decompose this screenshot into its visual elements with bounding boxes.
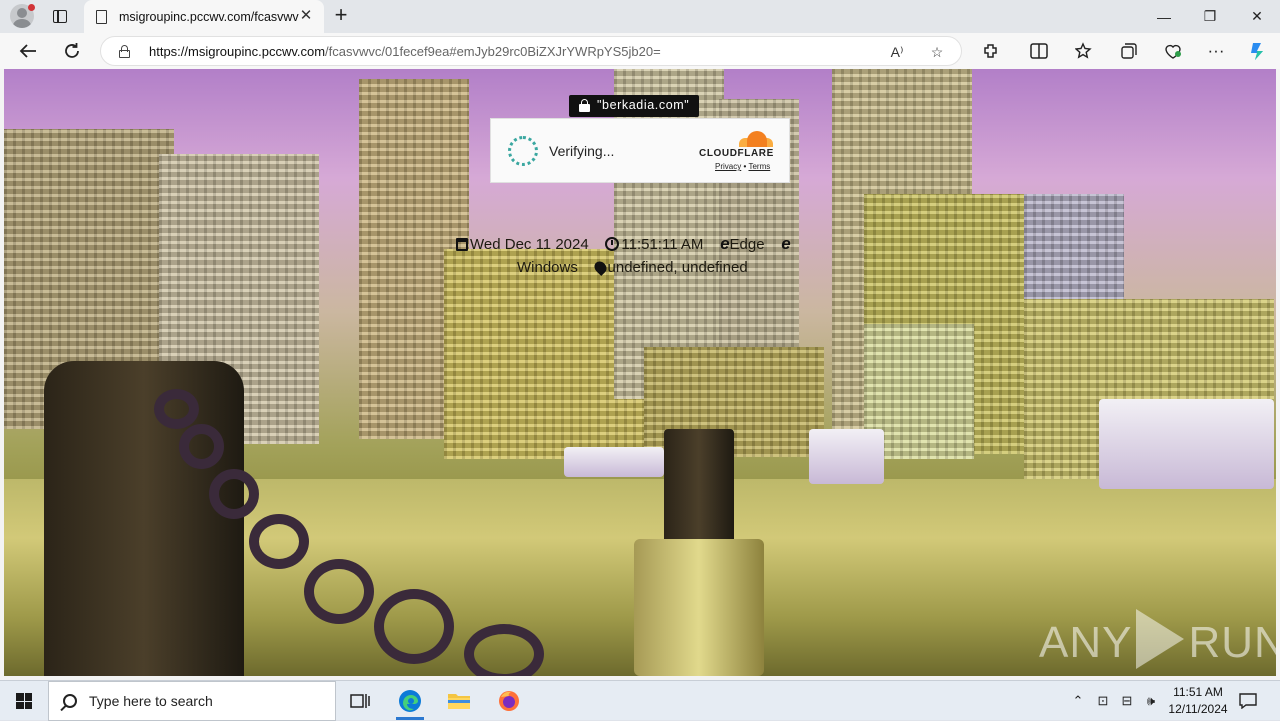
read-aloud-icon[interactable]: A⁾ xyxy=(887,42,907,62)
tab-title: msigroupinc.pccwv.com/fcasvwvc xyxy=(119,9,299,24)
location-pin-icon xyxy=(591,259,609,276)
lock-icon xyxy=(579,99,590,112)
collections-icon[interactable] xyxy=(1115,37,1143,65)
tab-close-button[interactable]: ✕ xyxy=(298,8,314,24)
url-host: https://msigroupinc.pccwv.com xyxy=(149,44,326,59)
taskbar-firefox[interactable] xyxy=(485,681,533,721)
os-text: Windows xyxy=(517,259,578,276)
taskbar-search-box[interactable]: Type here to search xyxy=(48,681,336,721)
edge-icon: e xyxy=(720,234,730,253)
browser-tab-active[interactable]: msigroupinc.pccwv.com/fcasvwvc ✕ xyxy=(84,0,324,33)
show-hidden-icons-button[interactable]: ⌃ xyxy=(1068,681,1088,721)
anyrun-watermark: ANY RUN xyxy=(1039,609,1276,669)
new-tab-button[interactable]: + xyxy=(330,4,352,27)
refresh-icon xyxy=(65,43,79,58)
cloudflare-wordmark: CLOUDFLARE xyxy=(699,148,774,159)
volume-icon[interactable]: 🕪 xyxy=(1141,681,1161,721)
date-text: Wed Dec 11 2024 xyxy=(470,236,589,253)
favorites-icon[interactable] xyxy=(1070,37,1098,65)
notification-icon xyxy=(1239,693,1257,709)
taskbar-edge[interactable] xyxy=(386,681,434,721)
profile-notification-badge xyxy=(28,4,35,11)
network-icon[interactable]: ⊟ xyxy=(1117,681,1137,721)
notifications-button[interactable] xyxy=(1236,681,1260,721)
cloudflare-links: Privacy • Terms xyxy=(715,162,770,171)
watermark-right: RUN xyxy=(1188,618,1276,667)
loading-spinner-icon xyxy=(508,136,538,166)
arrow-left-icon xyxy=(19,44,36,58)
address-bar[interactable]: https://msigroupinc.pccwv.com/fcasvwvc/0… xyxy=(100,36,962,66)
domain-text: "berkadia.com" xyxy=(597,98,690,112)
email-domain-label: "berkadia.com" xyxy=(569,95,700,117)
back-button[interactable] xyxy=(14,37,42,65)
folder-icon xyxy=(448,694,470,709)
yacht xyxy=(1099,399,1274,489)
web-page-viewport: "berkadia.com" Verifying... CLOUDFLARE P… xyxy=(4,69,1276,676)
edge-icon xyxy=(399,690,421,712)
taskbar-clock[interactable]: 11:51 AM 12/11/2024 xyxy=(1162,684,1234,718)
split-screen-icon[interactable] xyxy=(1025,37,1053,65)
clock-icon xyxy=(605,237,620,251)
privacy-link[interactable]: Privacy xyxy=(715,162,741,171)
terms-link[interactable]: Terms xyxy=(748,162,770,171)
watermark-left: ANY xyxy=(1039,618,1133,667)
url-path: /fcasvwvc/01fecef9ea#emJyb29rc0BiZXJrYWR… xyxy=(325,44,661,59)
edge-icon: e xyxy=(781,234,791,253)
task-view-button[interactable] xyxy=(336,681,384,721)
task-view-icon xyxy=(350,694,370,708)
windows-taskbar: Type here to search ⌃ ⊡ ⊟ 🕪 11:51 AM 12/… xyxy=(0,680,1280,721)
cloudflare-logo: CLOUDFLARE Privacy • Terms xyxy=(699,131,777,173)
mooring-post xyxy=(44,361,244,676)
start-button[interactable] xyxy=(0,681,48,721)
play-icon xyxy=(1136,609,1185,669)
copilot-icon[interactable] xyxy=(1244,37,1272,65)
lock-icon[interactable] xyxy=(119,45,130,58)
cloudflare-turnstile-widget[interactable]: Verifying... CLOUDFLARE Privacy • Terms xyxy=(490,118,790,183)
calendar-icon xyxy=(456,238,468,251)
visitor-info-row-2: Windows undefined, undefined xyxy=(517,259,748,276)
verifying-status: Verifying... xyxy=(549,143,615,159)
cloudflare-cloud-icon xyxy=(739,131,773,147)
page-icon xyxy=(96,9,107,24)
more-options-icon[interactable]: ··· xyxy=(1202,37,1230,65)
firefox-icon xyxy=(499,691,519,711)
visitor-info-row-1: Wed Dec 11 2024 11:51:11 AM eEdge e xyxy=(456,234,791,254)
tab-actions-button[interactable] xyxy=(48,5,72,27)
device-icon[interactable]: ⊡ xyxy=(1093,681,1113,721)
url-text[interactable]: https://msigroupinc.pccwv.com/fcasvwvc/0… xyxy=(149,44,661,59)
browser-toolbar: https://msigroupinc.pccwv.com/fcasvwvc/0… xyxy=(0,33,1280,69)
taskbar-file-explorer[interactable] xyxy=(435,681,483,721)
clock-date: 12/11/2024 xyxy=(1168,702,1228,716)
search-placeholder: Type here to search xyxy=(89,693,213,709)
search-icon xyxy=(63,694,77,708)
minimize-button[interactable]: — xyxy=(1141,0,1187,33)
refresh-button[interactable] xyxy=(58,37,86,65)
windows-logo-icon xyxy=(16,693,32,709)
restore-button[interactable]: ❐ xyxy=(1187,0,1233,33)
browser-essentials-icon[interactable] xyxy=(1159,37,1187,65)
tab-strip: msigroupinc.pccwv.com/fcasvwvc ✕ + — ❐ ✕ xyxy=(0,0,1280,33)
time-text: 11:51:11 AM xyxy=(621,236,704,253)
location-text: undefined, undefined xyxy=(607,259,748,276)
clock-time: 11:51 AM xyxy=(1173,685,1223,699)
favorite-star-icon[interactable]: ☆ xyxy=(927,42,947,62)
tab-actions-icon xyxy=(53,9,67,23)
browser-window: msigroupinc.pccwv.com/fcasvwvc ✕ + — ❐ ✕… xyxy=(0,0,1280,680)
browser-text: Edge xyxy=(729,236,765,253)
close-window-button[interactable]: ✕ xyxy=(1234,0,1280,33)
extensions-icon[interactable] xyxy=(977,37,1005,65)
